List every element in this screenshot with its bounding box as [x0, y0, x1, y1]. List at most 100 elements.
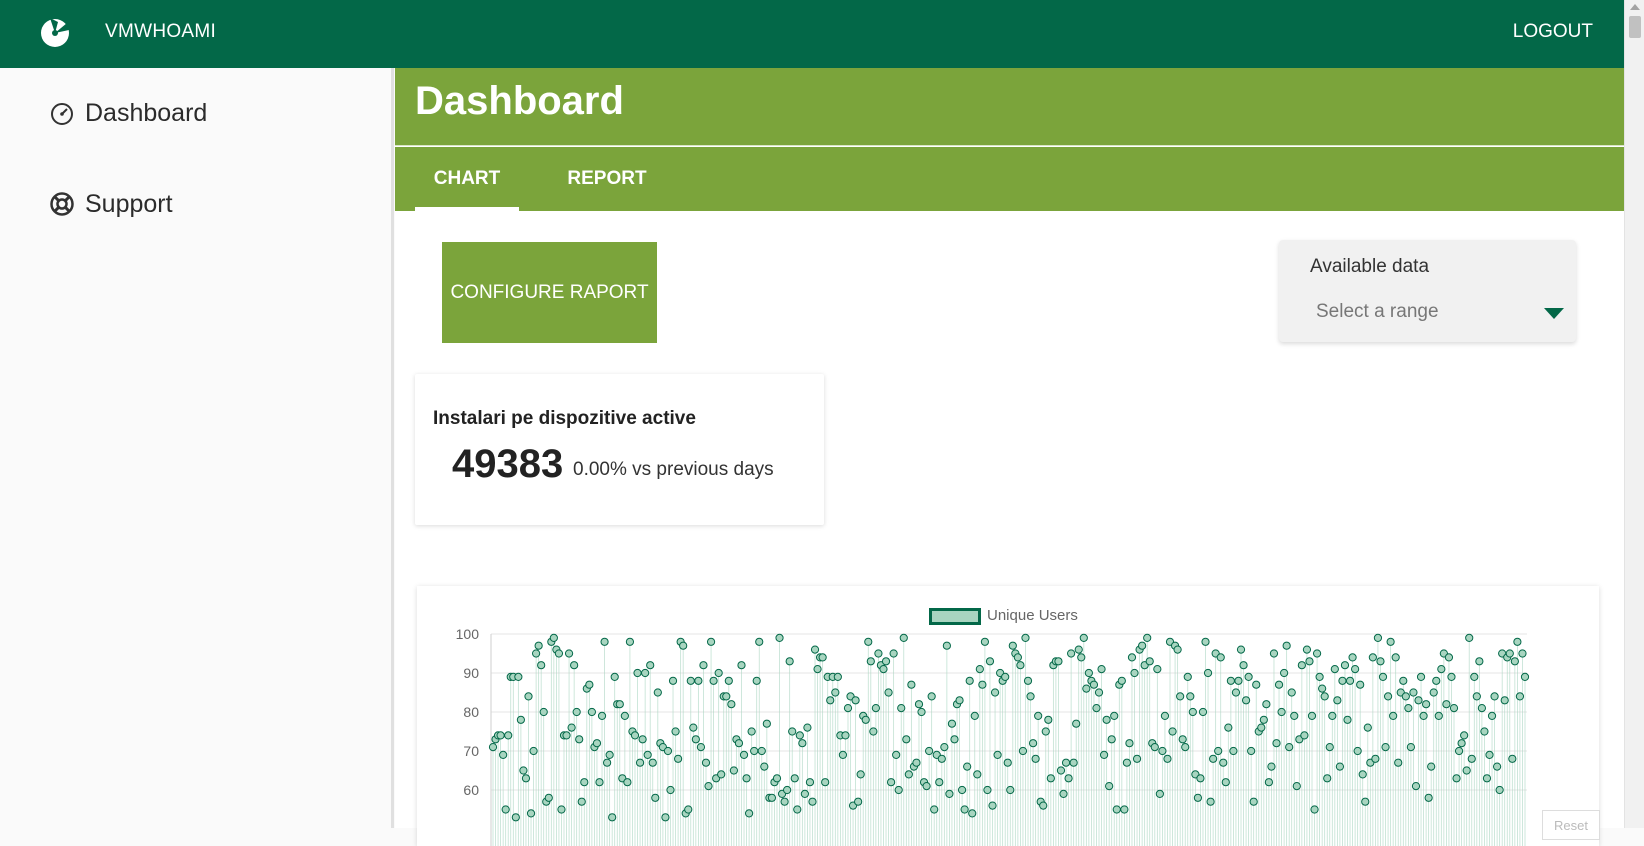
data-point[interactable]	[1356, 680, 1365, 689]
data-point[interactable]	[1214, 746, 1223, 756]
data-point[interactable]	[1209, 754, 1218, 763]
data-point[interactable]	[549, 633, 558, 643]
data-point[interactable]	[1041, 727, 1050, 736]
data-point[interactable]	[1267, 762, 1276, 771]
data-point[interactable]	[1097, 665, 1106, 674]
data-point[interactable]	[1173, 645, 1182, 654]
data-point[interactable]	[1226, 676, 1235, 685]
data-point[interactable]	[970, 711, 979, 720]
data-point[interactable]	[1158, 746, 1167, 756]
data-point[interactable]	[1034, 711, 1043, 720]
data-point[interactable]	[1297, 661, 1306, 670]
data-point[interactable]	[1353, 746, 1362, 756]
data-point[interactable]	[592, 739, 602, 748]
data-point[interactable]	[1178, 735, 1187, 744]
data-point[interactable]	[1247, 746, 1256, 756]
data-point[interactable]	[514, 672, 523, 682]
data-point[interactable]	[881, 657, 891, 666]
data-point[interactable]	[904, 770, 913, 779]
data-point[interactable]	[734, 739, 744, 748]
data-point[interactable]	[1386, 637, 1395, 646]
data-point[interactable]	[1399, 676, 1408, 685]
data-point[interactable]	[1186, 692, 1195, 701]
data-point[interactable]	[742, 774, 751, 783]
data-point[interactable]	[1112, 805, 1121, 814]
data-point[interactable]	[1143, 633, 1152, 643]
data-point[interactable]	[1444, 653, 1454, 662]
data-point[interactable]	[899, 633, 908, 643]
data-point[interactable]	[1404, 704, 1413, 713]
data-point[interactable]	[709, 676, 718, 685]
data-point[interactable]	[587, 707, 596, 717]
data-point[interactable]	[1221, 778, 1230, 787]
data-point[interactable]	[1018, 746, 1028, 756]
data-point[interactable]	[889, 649, 898, 658]
data-point[interactable]	[1419, 711, 1428, 720]
data-point[interactable]	[1310, 805, 1319, 814]
data-point[interactable]	[1300, 731, 1309, 740]
data-point[interactable]	[866, 657, 875, 666]
data-point[interactable]	[810, 645, 820, 654]
data-point[interactable]	[668, 676, 678, 685]
data-point[interactable]	[488, 743, 498, 752]
data-point[interactable]	[975, 665, 984, 674]
scroll-up-arrow-icon[interactable]	[1630, 4, 1640, 10]
data-point[interactable]	[879, 665, 888, 674]
data-point[interactable]	[886, 778, 896, 787]
data-point[interactable]	[1110, 711, 1119, 720]
data-point[interactable]	[516, 715, 525, 724]
data-point[interactable]	[691, 735, 700, 744]
data-point[interactable]	[775, 633, 784, 643]
data-point[interactable]	[1130, 668, 1139, 678]
data-point[interactable]	[805, 778, 815, 787]
data-point[interactable]	[1447, 672, 1456, 682]
data-point[interactable]	[1348, 653, 1357, 662]
data-point[interactable]	[1183, 672, 1192, 682]
data-point[interactable]	[788, 727, 797, 736]
data-point[interactable]	[643, 750, 652, 759]
data-point[interactable]	[1292, 782, 1301, 791]
data-point[interactable]	[983, 785, 992, 795]
data-point[interactable]	[1107, 735, 1116, 744]
data-point[interactable]	[564, 649, 574, 658]
data-point[interactable]	[785, 657, 794, 666]
data-point[interactable]	[1234, 676, 1243, 685]
data-point[interactable]	[1155, 789, 1164, 798]
data-point[interactable]	[1480, 727, 1489, 736]
data-point[interactable]	[1069, 758, 1078, 767]
data-point[interactable]	[1016, 661, 1025, 670]
data-point[interactable]	[1026, 692, 1035, 701]
data-point[interactable]	[800, 789, 809, 798]
data-point[interactable]	[930, 805, 939, 814]
data-point[interactable]	[1094, 688, 1104, 697]
scrollbar-thumb[interactable]	[1629, 16, 1641, 38]
data-point[interactable]	[600, 637, 609, 646]
data-point[interactable]	[843, 704, 853, 713]
data-point[interactable]	[752, 676, 761, 685]
data-point[interactable]	[854, 797, 863, 806]
data-point[interactable]	[1495, 785, 1504, 795]
configure-report-button[interactable]: CONFIGURE RAPORT	[442, 242, 657, 343]
data-point[interactable]	[1102, 715, 1111, 724]
data-point[interactable]	[1343, 715, 1352, 724]
data-point[interactable]	[1236, 645, 1246, 654]
data-point[interactable]	[1454, 746, 1464, 756]
data-point[interactable]	[1320, 692, 1329, 701]
data-point[interactable]	[1394, 758, 1403, 767]
data-point[interactable]	[790, 774, 799, 783]
data-point[interactable]	[1160, 711, 1170, 720]
data-point[interactable]	[1168, 727, 1177, 736]
data-point[interactable]	[925, 746, 934, 756]
data-point[interactable]	[595, 778, 604, 787]
data-point[interactable]	[1046, 774, 1055, 783]
range-select[interactable]: Available data Select a range	[1279, 240, 1576, 342]
data-point[interactable]	[1500, 696, 1509, 705]
data-point[interactable]	[960, 805, 969, 814]
data-point[interactable]	[1274, 680, 1284, 689]
data-point[interactable]	[1006, 785, 1015, 795]
data-point[interactable]	[585, 680, 594, 689]
data-point[interactable]	[1264, 778, 1274, 787]
data-point[interactable]	[1424, 793, 1433, 802]
data-point[interactable]	[671, 727, 680, 736]
data-point[interactable]	[1437, 665, 1446, 674]
